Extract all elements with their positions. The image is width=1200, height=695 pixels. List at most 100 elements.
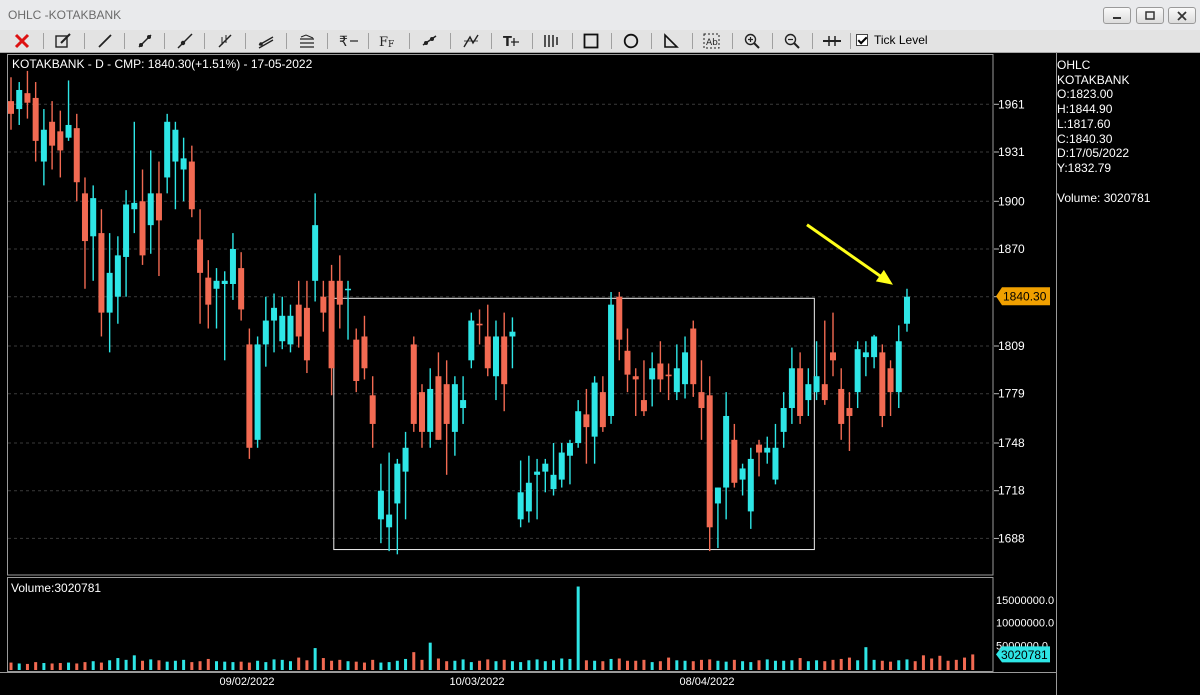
candle-body xyxy=(747,458,754,512)
volume-bar xyxy=(387,662,391,670)
volume-bar xyxy=(691,661,695,670)
volume-bar xyxy=(461,659,465,670)
volume-bar xyxy=(486,659,490,670)
crosshair-tool-button[interactable] xyxy=(818,32,846,50)
close-icon xyxy=(14,33,30,49)
volume-bar xyxy=(288,661,292,670)
volume-bar xyxy=(880,660,884,670)
volume-bar xyxy=(724,661,728,670)
candle-body xyxy=(386,514,393,528)
candle-body xyxy=(254,344,261,440)
minimize-button[interactable] xyxy=(1103,7,1131,24)
volume-bar xyxy=(124,659,128,670)
candle-body xyxy=(303,307,310,361)
volume-bar xyxy=(560,658,564,670)
last-volume-label: 3020781 xyxy=(1001,648,1048,662)
candle-body xyxy=(558,452,565,480)
tick-level-label: Tick Level xyxy=(874,33,928,47)
volume-bar xyxy=(839,658,843,670)
volume-bar xyxy=(527,660,531,670)
parallel-lines-tool-button[interactable] xyxy=(293,32,321,50)
volume-bar xyxy=(601,661,605,670)
volume-bar xyxy=(305,660,309,670)
candle-body xyxy=(591,382,598,437)
rectangle-tool-button[interactable] xyxy=(577,32,605,50)
toolbar-close-button[interactable] xyxy=(8,32,36,50)
candle-body xyxy=(608,304,615,416)
volume-bar xyxy=(395,660,399,670)
pencil-tool-button[interactable] xyxy=(50,32,78,50)
candle-body xyxy=(682,352,689,385)
info-y: Y:1832.79 xyxy=(1057,160,1112,175)
crosshair-icon xyxy=(823,36,841,46)
close-window-button[interactable] xyxy=(1168,7,1196,24)
candle-body xyxy=(838,388,845,424)
zigzag-tool-button[interactable] xyxy=(457,32,485,50)
volume-bar xyxy=(872,659,876,670)
volume-bar xyxy=(362,662,366,670)
fibonacci-tool-button[interactable] xyxy=(211,32,239,50)
candle-body xyxy=(525,482,532,512)
candle-body xyxy=(394,463,401,504)
volume-bar xyxy=(971,654,975,670)
info-date: D:17/05/2022 xyxy=(1057,146,1130,161)
volume-bar xyxy=(478,660,482,670)
volume-bar xyxy=(75,663,79,670)
candle-body xyxy=(854,349,861,393)
text-tool-button[interactable]: T xyxy=(498,32,526,50)
volume-bar xyxy=(921,655,925,670)
ohlc-chart[interactable]: 1961193119001870184018091779174817181688… xyxy=(0,52,1200,695)
channel-tool-button[interactable] xyxy=(252,32,280,50)
line-tool-button[interactable] xyxy=(91,32,119,50)
volume-bar xyxy=(34,662,38,670)
zoom-out-button[interactable] xyxy=(778,32,806,50)
window-title: OHLC -KOTAKBANK xyxy=(8,8,122,22)
candle-body xyxy=(295,304,302,337)
rupee-tool-button[interactable]: ₹ xyxy=(334,32,362,50)
candle-body xyxy=(246,344,253,448)
price-tick-label: 1779 xyxy=(998,387,1025,401)
volume-bar xyxy=(206,658,210,670)
maximize-icon xyxy=(1145,11,1155,20)
volume-bar xyxy=(535,659,539,670)
toolbar-separator xyxy=(286,33,287,49)
tick-level-toggle[interactable]: Tick Level xyxy=(856,33,928,47)
volume-bar xyxy=(297,657,301,670)
extended-line-tool-button[interactable] xyxy=(171,32,199,50)
maximize-button[interactable] xyxy=(1136,7,1164,24)
parallel-lines-icon xyxy=(300,34,314,48)
window-titlebar: OHLC -KOTAKBANK xyxy=(0,0,1200,31)
zoom-out-icon xyxy=(784,33,800,49)
candle-body xyxy=(377,490,384,520)
triangle-tool-button[interactable] xyxy=(657,32,685,50)
rectangle-icon xyxy=(583,33,599,49)
text-box-tool-button[interactable]: Ab xyxy=(698,32,726,50)
candle-body xyxy=(238,268,245,310)
candle-body xyxy=(673,368,680,393)
candle-body xyxy=(780,408,787,432)
volume-bar xyxy=(354,661,358,670)
ellipse-tool-button[interactable] xyxy=(617,32,645,50)
candle-body xyxy=(566,443,573,456)
zoom-in-button[interactable] xyxy=(738,32,766,50)
candle-body xyxy=(65,124,72,138)
candle-body xyxy=(764,447,771,453)
candle-body xyxy=(435,376,442,440)
candle-body xyxy=(164,121,171,178)
x-axis-label: 10/03/2022 xyxy=(449,676,504,688)
volume-bar xyxy=(519,662,523,670)
gann-tool-button[interactable] xyxy=(539,32,567,50)
volume-bar xyxy=(231,662,235,670)
volume-bar xyxy=(256,660,260,670)
measure-tool-button[interactable] xyxy=(416,32,444,50)
volume-bar xyxy=(757,660,761,670)
zoom-in-icon xyxy=(744,33,760,49)
font-tool-button[interactable]: FF xyxy=(375,32,403,50)
tick-level-checkbox[interactable] xyxy=(856,34,868,46)
drawing-toolbar: ₹ FF T Ab Tick Level xyxy=(0,30,1200,53)
volume-bar xyxy=(815,660,819,670)
info-volume: Volume: 3020781 xyxy=(1057,190,1151,205)
candle-body xyxy=(599,392,606,428)
ray-tool-button[interactable] xyxy=(131,32,159,50)
volume-bar xyxy=(25,663,29,670)
